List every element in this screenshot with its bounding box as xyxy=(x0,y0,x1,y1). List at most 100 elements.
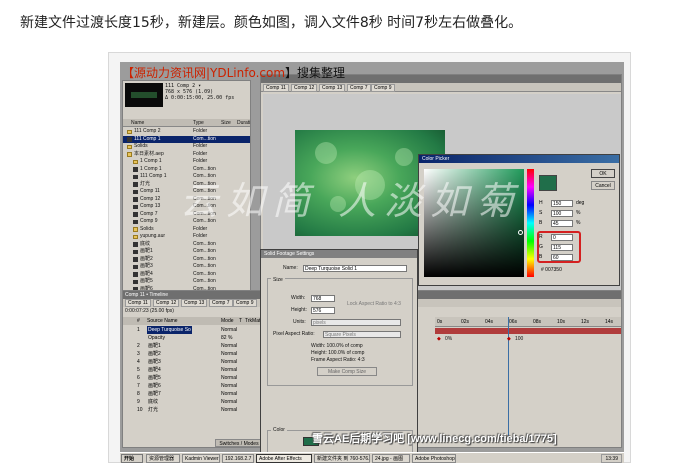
project-item[interactable]: 画靶5 Com...tion xyxy=(123,278,250,286)
layer-mode[interactable]: Normal xyxy=(221,366,237,374)
timeline-layer-row[interactable]: 6 画靶5 Normal xyxy=(123,374,263,382)
project-item[interactable]: yupung.aur Folder xyxy=(123,233,250,241)
color-picker-title[interactable]: Color Picker xyxy=(419,155,619,163)
project-item-name: Comp 7 xyxy=(140,210,158,217)
lock-aspect-checkbox[interactable]: Lock Aspect Ratio to 4:3 xyxy=(347,300,401,308)
project-item[interactable]: 底纹 Com...tion xyxy=(123,241,250,249)
hex-value[interactable]: # 007350 xyxy=(541,267,562,273)
column-size[interactable]: Size xyxy=(221,120,231,126)
height-input[interactable]: 576 xyxy=(311,307,335,314)
timeline-tab[interactable]: Comp 9 xyxy=(233,299,257,307)
tab-comp-12[interactable]: Comp 12 xyxy=(291,84,318,92)
taskbar-task-button[interactable]: Kadmin Viewer xyxy=(182,454,220,463)
timeline-layer-row[interactable]: 1 Deep Turquoise So Normal xyxy=(123,326,263,334)
layer-mode[interactable]: Normal xyxy=(221,358,237,366)
layer-mode[interactable]: Normal xyxy=(221,398,237,406)
cancel-button[interactable]: Cancel xyxy=(591,181,615,190)
layer-mode[interactable]: Normal xyxy=(221,382,237,390)
current-time-indicator[interactable] xyxy=(508,317,509,437)
timeline-layer-row[interactable]: 5 画靶4 Normal xyxy=(123,366,263,374)
timeline-layer-row[interactable]: Opacity 82 % xyxy=(123,334,263,342)
units-select[interactable]: pixels xyxy=(311,319,401,326)
composition-icon xyxy=(133,257,138,262)
color-field-handle[interactable] xyxy=(518,230,523,235)
timeline-tab[interactable]: Comp 12 xyxy=(153,299,180,307)
color-field-label[interactable]: B xyxy=(539,219,542,228)
time-ruler[interactable]: 0s 02s 04s 06s 08s 10s 12s 14s xyxy=(435,317,621,327)
solid-name-input[interactable]: Deep Turquoise Solid 1 xyxy=(303,265,407,272)
taskbar-task-button[interactable]: 192.168.2.7 xyxy=(222,454,254,463)
layer-duration-bar[interactable] xyxy=(435,328,621,334)
project-item[interactable]: 画靶1 Com...tion xyxy=(123,248,250,256)
tab-comp-9[interactable]: Comp 9 xyxy=(371,84,395,92)
project-item[interactable]: 画靶3 Com...tion xyxy=(123,263,250,271)
taskbar-task-button[interactable]: Adobe Photoshop xyxy=(412,454,456,463)
timeline-tab[interactable]: Comp 13 xyxy=(181,299,208,307)
timeline-layer-row[interactable]: 7 画靶6 Normal xyxy=(123,382,263,390)
timeline-layer-row[interactable]: 10 灯光 Normal xyxy=(123,406,263,414)
timeline-layer-row[interactable]: 8 画靶7 Normal xyxy=(123,390,263,398)
hue-slider[interactable] xyxy=(527,169,534,277)
timeline-layer-row[interactable]: 9 底纹 Normal xyxy=(123,398,263,406)
tab-comp-13[interactable]: Comp 13 xyxy=(319,84,346,92)
taskbar-task-button[interactable]: 新建文件夹 到 760-576... xyxy=(314,454,370,463)
project-item-name: Solids xyxy=(134,143,148,149)
color-field-label[interactable]: H xyxy=(539,199,543,208)
layer-name: Deep Turquoise So xyxy=(147,326,192,334)
layer-mode[interactable]: Normal xyxy=(221,326,237,334)
timeline-tab[interactable]: Comp 7 xyxy=(209,299,233,307)
width-input[interactable]: 768 xyxy=(311,295,335,302)
column-name[interactable]: Name xyxy=(131,120,144,126)
layer-mode[interactable]: 82 % xyxy=(221,334,232,342)
color-field-input[interactable]: 45 xyxy=(551,220,573,227)
layer-mode[interactable]: Normal xyxy=(221,374,237,382)
timeline-layer-row[interactable]: 2 画靶1 Normal xyxy=(123,342,263,350)
name-label: Name: xyxy=(283,265,298,271)
project-item[interactable]: 111 Comp 2 Folder xyxy=(123,128,250,136)
timeline-tab[interactable]: Comp 11 xyxy=(125,299,151,307)
keyframe-icon[interactable]: ◆ xyxy=(437,336,441,342)
folder-icon xyxy=(127,129,132,134)
project-item[interactable]: 1 Comp 1 Folder xyxy=(123,158,250,166)
layer-mode[interactable]: Normal xyxy=(221,406,237,414)
layer-mode[interactable]: Normal xyxy=(221,342,237,350)
keyframe-value-start: 0% xyxy=(445,336,453,342)
folder-icon xyxy=(133,159,138,164)
switches-modes-toggle[interactable]: Switches / Modes xyxy=(215,439,263,447)
project-item[interactable]: 画靶4 Com...tion xyxy=(123,271,250,279)
color-field-input[interactable]: 150 xyxy=(551,200,573,207)
project-item-name: 1 Comp 1 xyxy=(140,158,162,164)
timeline-layer-row[interactable]: 3 画靶2 Normal xyxy=(123,350,263,358)
tab-comp-11[interactable]: Comp 11 xyxy=(263,84,289,92)
column-type[interactable]: Type xyxy=(193,120,204,126)
project-item[interactable]: Solids Folder xyxy=(123,143,250,151)
bokeh-highlight xyxy=(315,142,337,164)
project-meta: 111 Comp 2 ▾ 768 x 576 (1.09) Δ 0:00:15:… xyxy=(165,83,234,101)
taskbar-task-button[interactable]: 24.jpg - 画图 xyxy=(372,454,410,463)
timeline-layer-row[interactable]: 4 画靶3 Normal xyxy=(123,358,263,366)
ruler-tick-label: 10s xyxy=(557,319,566,325)
project-item[interactable]: 画靶2 Com...tion xyxy=(123,256,250,264)
project-item[interactable]: 本日素材.aep Folder xyxy=(123,151,250,159)
composition-icon xyxy=(133,212,138,217)
column-duration[interactable]: Durati xyxy=(237,120,250,126)
solid-dialog-title[interactable]: Solid Footage Settings xyxy=(261,250,417,258)
project-thumbnail xyxy=(125,83,163,107)
taskbar-task-button[interactable]: 资源管理器 xyxy=(146,454,180,463)
tab-comp-7[interactable]: Comp 7 xyxy=(347,84,371,92)
par-select[interactable]: Square Pixels xyxy=(323,331,401,338)
project-item[interactable]: Solids Folder xyxy=(123,226,250,234)
color-field-input[interactable]: 100 xyxy=(551,210,573,217)
project-item[interactable]: 111 Comp 1 Com...tion xyxy=(123,135,250,143)
taskbar-task-button[interactable]: Adobe After Effects xyxy=(256,454,312,463)
keyframe-icon[interactable]: ◆ xyxy=(507,336,511,342)
current-timecode[interactable]: 0:00:07:23 (25.00 fps) xyxy=(125,308,174,314)
start-button[interactable]: 开始 xyxy=(121,454,143,463)
make-comp-size-button[interactable]: Make Comp Size xyxy=(317,367,377,376)
color-field-label[interactable]: S xyxy=(539,209,542,218)
layer-name: 画靶7 xyxy=(148,391,161,397)
ok-button[interactable]: OK xyxy=(591,169,615,178)
layer-mode[interactable]: Normal xyxy=(221,350,237,358)
layer-mode[interactable]: Normal xyxy=(221,390,237,398)
color-field-unit: % xyxy=(576,220,581,226)
